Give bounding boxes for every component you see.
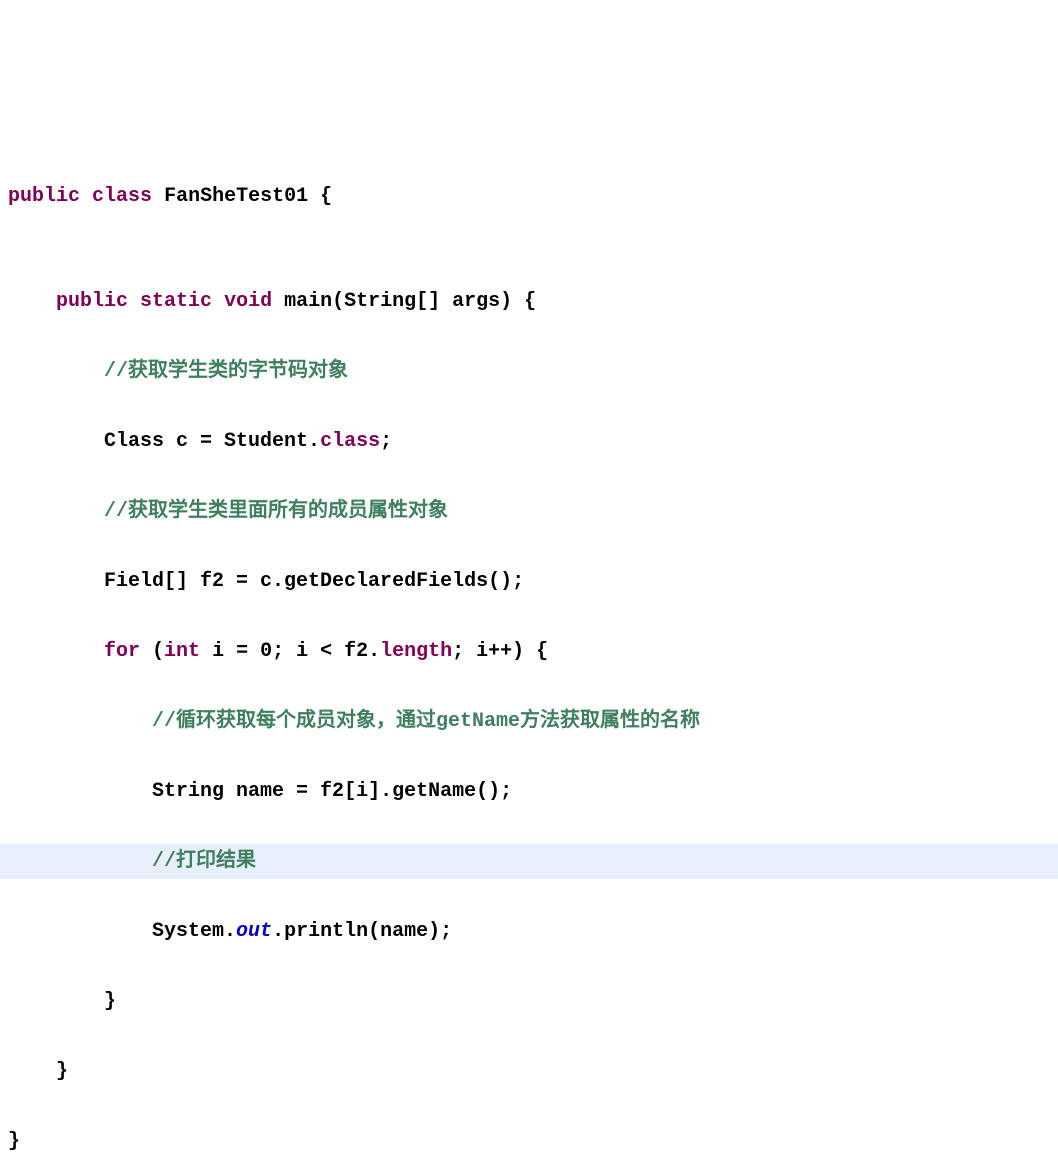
- code-text: i = 0; i < f2.: [200, 640, 380, 663]
- keyword-public: public: [56, 290, 128, 313]
- classname: FanSheTest01: [164, 185, 308, 208]
- code-line-1: public class FanSheTest01 {: [0, 179, 1058, 214]
- method-signature: main(String[] args) {: [284, 290, 536, 313]
- indent: [8, 710, 152, 733]
- indent: [8, 570, 104, 593]
- keyword-length: length: [380, 640, 452, 663]
- space: [80, 185, 92, 208]
- indent: [8, 780, 152, 803]
- code-editor[interactable]: public class FanSheTest01 { public stati…: [0, 144, 1058, 1166]
- indent: [8, 290, 56, 313]
- brace: }: [8, 1130, 20, 1153]
- indent: [8, 850, 152, 873]
- code-text: Field[] f2 = c.getDeclaredFields();: [104, 570, 524, 593]
- indent: [8, 990, 104, 1013]
- indent: [8, 640, 104, 663]
- code-text: System.: [152, 920, 236, 943]
- code-line-11-highlighted: //打印结果: [0, 844, 1058, 879]
- brace: }: [104, 990, 116, 1013]
- keyword-class: class: [92, 185, 152, 208]
- code-line-3: public static void main(String[] args) {: [0, 284, 1058, 319]
- comment: //获取学生类的字节码对象: [104, 360, 348, 383]
- semicolon: ;: [380, 430, 392, 453]
- code-line-8: for (int i = 0; i < f2.length; i++) {: [0, 634, 1058, 669]
- indent: [8, 360, 104, 383]
- keyword-void: void: [224, 290, 272, 313]
- code-text: .println(name);: [272, 920, 452, 943]
- keyword-static: static: [140, 290, 212, 313]
- indent: [8, 920, 152, 943]
- code-line-12: System.out.println(name);: [0, 914, 1058, 949]
- static-field-out: out: [236, 920, 272, 943]
- indent: [8, 430, 104, 453]
- keyword-public: public: [8, 185, 80, 208]
- indent: [8, 1060, 56, 1083]
- code-line-7: Field[] f2 = c.getDeclaredFields();: [0, 564, 1058, 599]
- code-line-5: Class c = Student.class;: [0, 424, 1058, 459]
- code-line-9: //循环获取每个成员对象，通过getName方法获取属性的名称: [0, 704, 1058, 739]
- comment: //循环获取每个成员对象，通过getName方法获取属性的名称: [152, 710, 700, 733]
- code-line-13: }: [0, 984, 1058, 1019]
- comment: //获取学生类里面所有的成员属性对象: [104, 500, 448, 523]
- indent: [8, 500, 104, 523]
- code-text: ; i++) {: [452, 640, 548, 663]
- brace: {: [308, 185, 332, 208]
- comment: //打印结果: [152, 850, 256, 873]
- space: [152, 185, 164, 208]
- keyword-int: int: [164, 640, 200, 663]
- code-line-10: String name = f2[i].getName();: [0, 774, 1058, 809]
- code-text: (: [140, 640, 164, 663]
- space: [128, 290, 140, 313]
- space: [272, 290, 284, 313]
- code-line-6: //获取学生类里面所有的成员属性对象: [0, 494, 1058, 529]
- code-text: String name = f2[i].getName();: [152, 780, 512, 803]
- code-line-4: //获取学生类的字节码对象: [0, 354, 1058, 389]
- keyword-class-field: class: [320, 430, 380, 453]
- keyword-for: for: [104, 640, 140, 663]
- code-line-15: }: [0, 1124, 1058, 1159]
- brace: }: [56, 1060, 68, 1083]
- code-text: Class c = Student.: [104, 430, 320, 453]
- space: [212, 290, 224, 313]
- code-line-14: }: [0, 1054, 1058, 1089]
